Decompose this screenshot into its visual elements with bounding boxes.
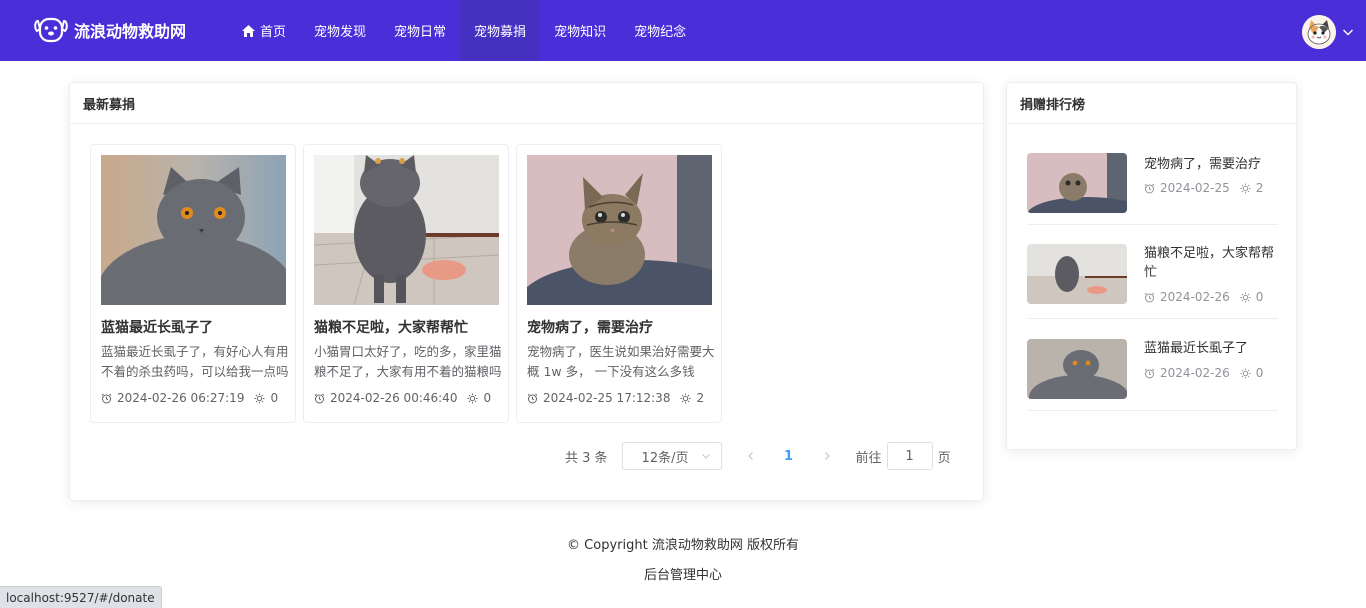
donation-description: 蓝猫最近长虱子了，有好心人有用不着的杀虫药吗，可以给我一点吗 [101,344,289,379]
alarm-clock-icon [1144,183,1155,193]
page-size-value: 12条/页 [641,450,689,466]
nav-item-pet-memorial[interactable]: 宠物纪念 [620,0,700,61]
donation-title[interactable]: 宠物病了，需要治疗 [527,317,717,337]
sun-like-icon [1240,183,1251,193]
donation-meta: 2024-02-26 06:27:19 0 [101,391,278,405]
brand[interactable]: 流浪动物救助网 [34,15,186,45]
nav-item-pet-knowledge[interactable]: 宠物知识 [540,0,620,61]
donation-time: 2024-02-26 06:27:19 [117,391,245,405]
next-page-button[interactable] [812,442,842,470]
top-navbar: 流浪动物救助网 首页 宠物发现 宠物日常 宠物募捐 宠物知识 宠物纪念 [0,0,1366,61]
ranking-meta: 2024-02-25 2 [1144,181,1263,195]
page-size-select[interactable]: 12条/页 [621,442,722,470]
ranking-likes: 0 [1255,290,1264,304]
ranking-date: 2024-02-26 [1160,290,1230,304]
brand-name: 流浪动物救助网 [74,22,187,41]
sun-like-icon [680,393,691,403]
ranking-date: 2024-02-25 [1160,181,1230,195]
donation-title[interactable]: 猫粮不足啦，大家帮帮忙 [314,317,504,337]
ranking-likes: 2 [1255,181,1264,195]
pet-photo[interactable] [527,155,712,305]
nav-item-pet-daily[interactable]: 宠物日常 [380,0,460,61]
donation-meta: 2024-02-26 00:46:40 0 [314,391,491,405]
ranking-meta: 2024-02-26 0 [1144,366,1263,380]
donation-time: 2024-02-25 17:12:38 [543,391,671,405]
donation-time: 2024-02-26 00:46:40 [330,391,458,405]
chevron-left-icon [747,452,753,460]
latest-donations-card: 最新募捐 蓝猫最近长虱子了 蓝猫最近长虱子了，有好心人有用不着的杀虫药吗，可以给… [69,82,984,501]
chevron-down-icon[interactable] [1342,26,1354,38]
donation-card[interactable]: 猫粮不足啦，大家帮帮忙 小猫胃口太好了，吃的多，家里猫粮不足了，大家有用不着的猫… [303,144,509,423]
alarm-clock-icon [527,393,538,403]
pet-photo[interactable] [101,155,286,305]
ranking-meta: 2024-02-26 0 [1144,290,1263,304]
nav-item-label: 宠物募捐 [474,25,527,40]
admin-center-link-text[interactable]: 后台管理中心 [644,568,722,583]
alarm-clock-icon [101,393,112,403]
sun-like-icon [1240,368,1251,378]
browser-status-url: localhost:9527/#/donate [0,586,162,608]
donation-description: 宠物病了，医生说如果治好需要大概 1w 多， 一下没有这么多钱 [527,344,715,379]
ranking-date: 2024-02-26 [1160,366,1230,380]
user-menu[interactable] [1302,15,1354,49]
pagination-total: 共 3 条 [565,450,608,466]
ranking-item[interactable]: 宠物病了，需要治疗 2024-02-25 2 [1027,153,1278,225]
card-title: 捐赠排行榜 [1007,83,1296,124]
nav-item-label: 宠物知识 [554,25,607,40]
admin-center-link: 后台管理中心 [0,564,1366,583]
alarm-clock-icon [314,393,325,403]
donation-description: 小猫胃口太好了，吃的多，家里猫粮不足了，大家有用不着的猫粮吗 [314,344,502,379]
goto-label: 前往 [855,450,882,466]
goto-page-input[interactable] [886,442,933,470]
sun-like-icon [254,393,265,403]
nav-item-pet-discovery[interactable]: 宠物发现 [300,0,380,61]
nav-item-home[interactable]: 首页 [228,0,300,61]
footer-copyright: © Copyright 流浪动物救助网 版权所有 [567,538,799,553]
alarm-clock-icon [1144,292,1155,302]
ranking-likes: 0 [1255,366,1264,380]
donation-likes: 2 [696,391,705,405]
nav-item-label: 宠物发现 [314,25,367,40]
nav-item-label: 宠物纪念 [634,25,687,40]
donation-title[interactable]: 蓝猫最近长虱子了 [101,317,291,337]
ranking-thumbnail[interactable] [1027,339,1127,399]
donation-ranking-card: 捐赠排行榜 宠物病了，需要治疗 2024-02-25 2 猫粮不足啦，大家帮帮忙… [1006,82,1297,450]
home-icon [242,24,255,37]
card-title: 最新募捐 [70,83,983,124]
pagination: 共 3 条 12条/页 1 前往 页 [565,442,951,470]
goto-suffix: 页 [937,450,951,466]
chevron-down-icon [701,454,710,459]
ranking-thumbnail[interactable] [1027,244,1127,304]
ranking-item[interactable]: 蓝猫最近长虱子了 2024-02-26 0 [1027,339,1278,411]
ranking-title[interactable]: 蓝猫最近长虱子了 [1144,339,1278,358]
ranking-thumbnail[interactable] [1027,153,1127,213]
prev-page-button[interactable] [736,442,766,470]
ranking-title[interactable]: 猫粮不足啦，大家帮帮忙 [1144,244,1278,282]
donation-meta: 2024-02-25 17:12:38 2 [527,391,704,405]
donation-card[interactable]: 蓝猫最近长虱子了 蓝猫最近长虱子了，有好心人有用不着的杀虫药吗，可以给我一点吗 … [90,144,296,423]
ranking-title[interactable]: 宠物病了，需要治疗 [1144,155,1278,174]
page-number-current[interactable]: 1 [774,442,804,470]
alarm-clock-icon [1144,368,1155,378]
sun-like-icon [467,393,478,403]
main-nav: 首页 宠物发现 宠物日常 宠物募捐 宠物知识 宠物纪念 [228,0,700,61]
donation-likes: 0 [483,391,492,405]
nav-item-pet-donation[interactable]: 宠物募捐 [460,0,541,61]
donation-likes: 0 [270,391,279,405]
dog-logo-icon [34,17,68,43]
nav-item-label: 首页 [260,25,287,40]
avatar[interactable] [1302,15,1336,49]
nav-item-label: 宠物日常 [394,25,447,40]
pet-photo[interactable] [314,155,499,305]
chevron-right-icon [824,452,830,460]
donation-card[interactable]: 宠物病了，需要治疗 宠物病了，医生说如果治好需要大概 1w 多， 一下没有这么多… [516,144,722,423]
ranking-item[interactable]: 猫粮不足啦，大家帮帮忙 2024-02-26 0 [1027,244,1278,319]
sun-like-icon [1240,292,1251,302]
